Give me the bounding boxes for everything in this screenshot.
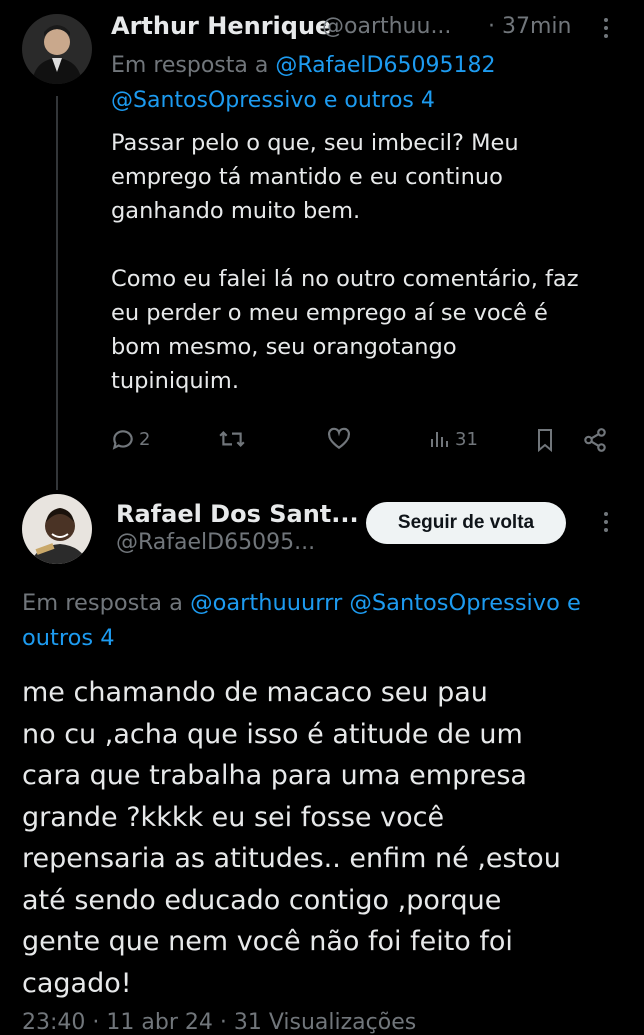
tweet-time[interactable]: · 37min — [488, 14, 571, 39]
views-button[interactable]: 31 — [428, 426, 478, 452]
views-count: 31 — [455, 428, 478, 450]
avatar-photo — [22, 14, 92, 84]
share-icon — [584, 428, 606, 452]
heart-icon — [328, 427, 350, 449]
tweet-text: Passar pelo o que, seu imbecil? Meu empr… — [111, 130, 579, 394]
avatar-photo — [22, 494, 92, 564]
reply-button[interactable]: 2 — [110, 426, 150, 452]
tweet-text: me chamando de macaco seu pau no cu ,ach… — [22, 677, 561, 999]
follow-back-button[interactable]: Seguir de volta — [366, 502, 566, 544]
author-handle[interactable]: @oarthuu... — [322, 14, 451, 39]
author-name[interactable]: Arthur Henrique — [111, 12, 331, 40]
author-handle[interactable]: @RafaelD65095... — [116, 530, 315, 555]
reply-context: Em resposta a @oarthuuurrr @SantosOpress… — [22, 586, 637, 656]
author-name[interactable]: Rafael Dos Sant... — [116, 500, 359, 528]
reply-count: 2 — [139, 428, 151, 450]
like-button[interactable] — [326, 426, 352, 452]
bookmark-icon — [538, 429, 552, 453]
mention-link[interactable]: @RafaelD65095182 — [275, 53, 495, 78]
analytics-icon — [431, 432, 448, 447]
thread-connector-line — [56, 96, 58, 490]
more-icon[interactable] — [604, 18, 608, 38]
more-icon[interactable] — [604, 512, 608, 532]
share-button[interactable] — [582, 426, 608, 454]
avatar-rafael[interactable] — [22, 494, 92, 564]
retweet-icon — [219, 431, 245, 447]
retweet-button[interactable] — [218, 426, 246, 452]
mention-link-more[interactable]: @SantosOpressivo e outros 4 — [111, 88, 435, 113]
bookmark-button[interactable] — [533, 426, 557, 454]
reply-context: Em resposta a @RafaelD65095182 — [111, 53, 495, 78]
reply-prefix: Em resposta a — [111, 53, 269, 78]
avatar-arthur[interactable] — [22, 14, 92, 84]
mention-links[interactable]: @oarthuuurrr @SantosOpressivo e — [190, 590, 581, 616]
mention-link-more[interactable]: outros 4 — [22, 625, 115, 651]
tweet-timestamp: 23:40 · 11 abr 24 · 31 Visualizações — [22, 1010, 417, 1035]
reply-prefix: Em resposta a — [22, 590, 183, 616]
comment-icon — [112, 430, 133, 450]
